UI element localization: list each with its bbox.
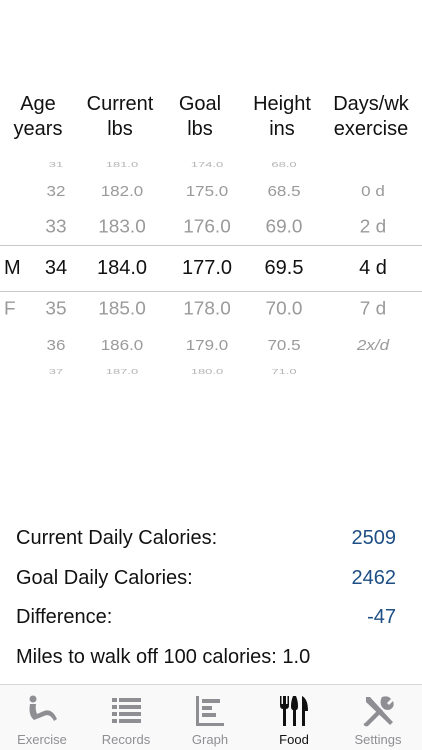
goal-daily-value: 2462 <box>351 567 397 589</box>
miles-label: Miles to walk off 100 calories: 1.0 <box>16 646 311 668</box>
selection-top-line <box>0 245 422 246</box>
header-current: Current lbs <box>80 92 160 142</box>
tab-records-label: Records <box>101 732 151 747</box>
miles-row: Miles to walk off 100 calories: 1.0 <box>16 644 396 670</box>
picker-row[interactable]: 36 186.0 179.0 70.5 2x/d <box>0 335 422 355</box>
picker-age-value[interactable]: 37 <box>26 366 86 376</box>
picker-current-value[interactable]: 181.0 <box>80 159 164 169</box>
picker-row[interactable]: 33 183.0 176.0 69.0 2 d <box>0 215 422 239</box>
tab-graph-label: Graph <box>191 732 229 747</box>
picker-height-value[interactable]: 68.5 <box>246 181 322 201</box>
picker-days-value[interactable]: 0 d <box>326 181 420 201</box>
profile-picker[interactable]: 31 181.0 174.0 68.0 32 182.0 175.0 68.5 0 d 33 183… <box>0 150 422 385</box>
tab-bar: Exercise Records Graph Food Settings <box>0 684 422 750</box>
picker-goal-value[interactable]: 180.0 <box>170 366 244 376</box>
tab-food-label: Food <box>279 732 309 747</box>
picker-days-value[interactable]: 4 d <box>326 255 420 281</box>
picker-goal-value[interactable]: 177.0 <box>170 255 244 281</box>
graph-icon <box>196 696 224 726</box>
picker-height-value[interactable]: 68.0 <box>246 159 322 169</box>
goal-daily-row: Goal Daily Calories: 2462 <box>16 565 396 591</box>
header-goal-line2: lbs <box>187 118 213 140</box>
sex-option[interactable]: F <box>4 297 16 321</box>
picker-current-value[interactable]: 186.0 <box>80 335 164 355</box>
tab-settings[interactable]: Settings <box>336 685 420 750</box>
header-goal: Goal lbs <box>170 92 230 142</box>
picker-height-value[interactable]: 70.5 <box>246 335 322 355</box>
picker-age-value[interactable]: 36 <box>26 335 86 355</box>
header-days-line1: Days/wk <box>333 93 409 115</box>
picker-goal-value[interactable]: 179.0 <box>170 335 244 355</box>
picker-age-value[interactable]: 31 <box>26 159 86 169</box>
records-icon <box>112 698 141 723</box>
picker-age-value[interactable]: 33 <box>26 215 86 239</box>
tab-food[interactable]: Food <box>252 685 336 750</box>
picker-height-value[interactable]: 69.0 <box>246 215 322 239</box>
tab-graph[interactable]: Graph <box>168 685 252 750</box>
tab-settings-label: Settings <box>354 732 402 747</box>
header-height-line2: ins <box>269 118 295 140</box>
picker-days-value[interactable]: 7 d <box>326 297 420 321</box>
selection-bottom-line <box>0 291 422 292</box>
header-age-line1: Age <box>20 93 56 115</box>
difference-value: -47 <box>367 606 396 628</box>
header-days-line2: exercise <box>333 118 409 140</box>
tab-records[interactable]: Records <box>84 685 168 750</box>
picker-goal-value[interactable]: 175.0 <box>170 181 244 201</box>
settings-icon <box>363 696 394 727</box>
picker-height-value[interactable]: 71.0 <box>246 366 322 376</box>
picker-row[interactable]: 32 182.0 175.0 68.5 0 d <box>0 181 422 201</box>
header-current-line2: lbs <box>107 118 133 140</box>
picker-current-value[interactable]: 182.0 <box>80 181 164 201</box>
picker-row[interactable]: 37 187.0 180.0 71.0 <box>0 366 422 376</box>
picker-age-value[interactable]: 34 <box>26 255 86 281</box>
header-age: Age years <box>10 92 66 142</box>
header-age-line2: years <box>13 118 63 140</box>
picker-row[interactable]: 31 181.0 174.0 68.0 <box>0 159 422 169</box>
picker-height-value[interactable]: 69.5 <box>246 255 322 281</box>
goal-daily-label: Goal Daily Calories: <box>16 567 193 589</box>
header-goal-line1: Goal <box>178 93 222 115</box>
difference-row: Difference: -47 <box>16 604 396 630</box>
picker-current-value[interactable]: 183.0 <box>80 215 164 239</box>
difference-label: Difference: <box>16 606 113 628</box>
picker-goal-value[interactable]: 176.0 <box>170 215 244 239</box>
picker-current-value[interactable]: 187.0 <box>80 366 164 376</box>
header-height-line1: Height <box>253 93 311 115</box>
picker-height-value[interactable]: 70.0 <box>246 297 322 321</box>
tab-exercise-label: Exercise <box>17 732 67 747</box>
header-days: Days/wk exercise <box>326 92 416 142</box>
current-daily-label: Current Daily Calories: <box>16 527 218 549</box>
picker-current-value[interactable]: 184.0 <box>80 255 164 281</box>
food-icon <box>280 696 308 726</box>
current-daily-value: 2509 <box>351 527 397 549</box>
header-height: Height ins <box>246 92 318 142</box>
picker-days-value[interactable]: 2x/d <box>326 335 420 355</box>
tab-exercise[interactable]: Exercise <box>0 685 84 750</box>
picker-goal-value[interactable]: 178.0 <box>170 297 244 321</box>
picker-age-value[interactable]: 35 <box>26 297 86 321</box>
picker-goal-value[interactable]: 174.0 <box>170 159 244 169</box>
sex-option[interactable]: M <box>4 255 21 281</box>
picker-age-value[interactable]: 32 <box>26 181 86 201</box>
header-current-line1: Current <box>86 93 154 115</box>
picker-row[interactable]: M 34 184.0 177.0 69.5 4 d <box>0 255 422 281</box>
picker-current-value[interactable]: 185.0 <box>80 297 164 321</box>
picker-days-value[interactable]: 2 d <box>326 215 420 239</box>
picker-row[interactable]: F 35 185.0 178.0 70.0 7 d <box>0 297 422 321</box>
exercise-icon <box>29 695 57 721</box>
column-headers: Age years Current lbs Goal lbs Height in… <box>0 92 422 146</box>
current-daily-row: Current Daily Calories: 2509 <box>16 525 396 551</box>
